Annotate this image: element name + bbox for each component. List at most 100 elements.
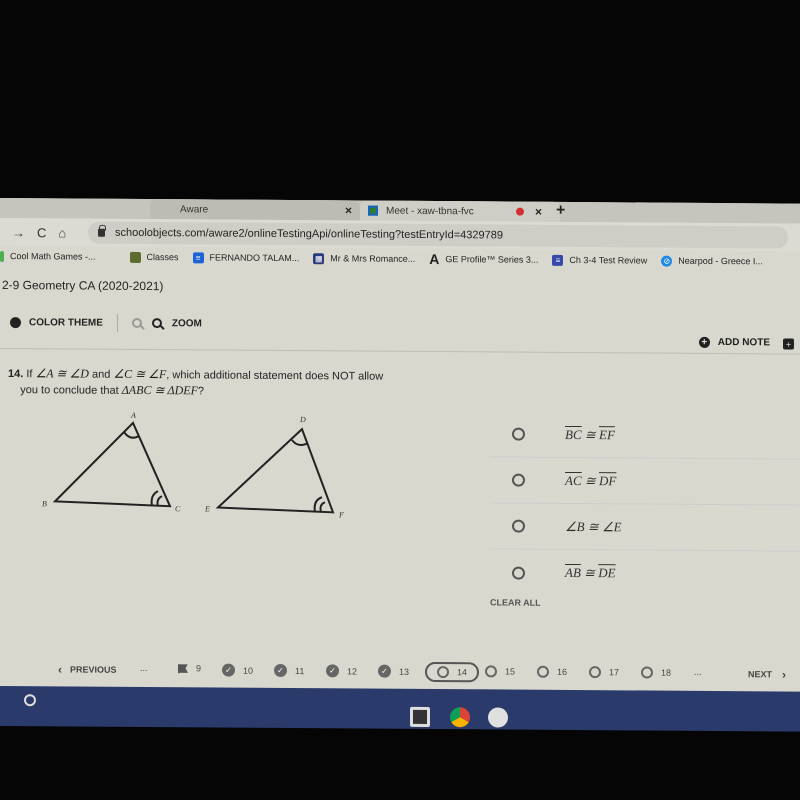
page-12[interactable]: ✓ 12 [326, 664, 358, 678]
chrome-icon[interactable] [450, 707, 470, 728]
radio-button[interactable] [512, 427, 525, 441]
previous-label: PREVIOUS [70, 664, 117, 675]
flag-icon [178, 664, 188, 673]
toolbar-divider [116, 313, 118, 332]
add-note-label: ADD NOTE [717, 337, 770, 349]
answer-choice[interactable]: ∠B ≅ ∠E [490, 503, 800, 552]
classroom-icon [129, 251, 141, 263]
color-theme-label: COLOR THEME [29, 316, 103, 329]
screen: Aware × Meet - xaw-tbna-fvc × + → C ⌂ sc… [0, 198, 800, 732]
url-bar[interactable]: schoolobjects.com/aware2/onlineTestingAp… [88, 221, 788, 249]
page-18[interactable]: 18 [641, 666, 671, 679]
lock-icon [98, 228, 105, 237]
radio-button[interactable] [512, 473, 525, 487]
note-icon[interactable]: + [783, 338, 794, 350]
bookmark-label: FERNANDO TALAM... [209, 252, 300, 264]
check-icon: ✓ [222, 663, 235, 677]
triangle-def-shape [215, 427, 335, 514]
zoom-out-icon[interactable] [131, 317, 142, 328]
bookmark-classes[interactable]: Classes [129, 251, 179, 263]
launcher-icon[interactable] [24, 694, 36, 707]
label-a: A [130, 411, 136, 420]
bookmark-label: Mr & Mrs Romance... [330, 253, 416, 264]
zoom-in-icon [151, 318, 162, 329]
calculator-app-icon[interactable] [410, 706, 430, 728]
page-number: 12 [347, 665, 358, 676]
close-icon[interactable]: × [345, 203, 352, 217]
tab-meet[interactable]: Meet - xaw-tbna-fvc × [360, 200, 560, 222]
previous-button[interactable]: ‹ PREVIOUS [58, 662, 117, 676]
label-e: E [204, 504, 210, 513]
answer-text: AB ≅ DE [565, 564, 616, 581]
header-divider [0, 348, 800, 355]
page-9[interactable]: 9 [178, 663, 201, 673]
page-13[interactable]: ✓ 13 [378, 664, 409, 678]
question-part: you to conclude that [20, 384, 119, 397]
label-b: B [42, 499, 47, 508]
answer-text: ∠B ≅ ∠E [565, 518, 622, 534]
chevron-left-icon: ‹ [58, 662, 62, 677]
question-pager: ‹ PREVIOUS ... 9 ✓ 10 ✓ 11 ✓ 12 ✓ 13 14 15 1… [0, 658, 800, 688]
clear-all-button[interactable]: CLEAR ALL [490, 597, 541, 607]
reload-icon[interactable]: C [37, 225, 46, 240]
angle-c-arc-2 [156, 495, 163, 507]
bookmark-romance[interactable]: ▦ Mr & Mrs Romance... [313, 252, 416, 265]
zoom-button[interactable]: ZOOM [151, 318, 202, 329]
circle-icon [485, 665, 497, 678]
radio-button[interactable] [512, 566, 525, 580]
color-theme-button[interactable]: COLOR THEME [0, 316, 103, 329]
bookmark-cool-math[interactable]: Cool Math Games -... [0, 250, 96, 263]
page-14-current[interactable]: 14 [425, 661, 480, 683]
answer-choice[interactable]: BC ≅ EF [490, 411, 800, 460]
play-store-icon[interactable] [488, 707, 508, 728]
given-angle-1: ∠A ≅ ∠D [35, 366, 89, 381]
circle-icon [537, 665, 549, 678]
recording-icon [516, 207, 524, 216]
label-d: D [299, 415, 306, 424]
bookmark-label: GE Profile™ Series 3... [445, 254, 539, 265]
bookmark-ge-profile[interactable]: A GE Profile™ Series 3... [429, 251, 538, 268]
page-17[interactable]: 17 [589, 666, 620, 679]
page-number: 14 [457, 667, 468, 678]
answer-text: BC ≅ EF [565, 426, 615, 442]
test-toolbar: COLOR THEME ZOOM [0, 310, 800, 340]
page-number: 9 [196, 663, 202, 674]
question-number: 14. [8, 368, 24, 381]
page-number: 11 [295, 665, 305, 676]
bookmark-label: Ch 3-4 Test Review [569, 254, 648, 266]
tab-label: Aware [180, 203, 209, 215]
page-10[interactable]: ✓ 10 [222, 663, 254, 677]
meet-icon [368, 205, 378, 216]
forward-icon[interactable]: → [12, 225, 25, 240]
page-number: 17 [609, 667, 620, 678]
home-icon[interactable]: ⌂ [58, 225, 66, 240]
close-icon[interactable]: × [535, 205, 542, 219]
question-part: If [26, 368, 33, 381]
bookmark-ch34[interactable]: ≡ Ch 3-4 Test Review [552, 254, 647, 266]
label-f: F [338, 510, 344, 519]
page-15[interactable]: 15 [485, 665, 515, 678]
triangle-abc-shape [52, 421, 172, 508]
tab-aware[interactable]: Aware × [150, 199, 360, 221]
page-number: 10 [243, 665, 254, 676]
triangle-abc [52, 421, 172, 508]
page-11[interactable]: ✓ 11 [274, 663, 305, 678]
next-button[interactable]: NEXT › [748, 667, 786, 681]
next-label: NEXT [748, 669, 773, 680]
page-16[interactable]: 16 [537, 665, 567, 678]
answer-choice[interactable]: AB ≅ DE [490, 549, 800, 597]
plus-circle-icon: + [698, 336, 710, 348]
forms-icon: ≡ [552, 254, 564, 266]
bookmark-nearpod[interactable]: ⊘ Nearpod - Greece I... [661, 255, 763, 267]
bookmark-fernando[interactable]: ≡ FERNANDO TALAM... [192, 251, 300, 264]
triangles-figure: A B C D E F [42, 411, 344, 519]
circle-icon [641, 666, 653, 679]
question-part: ? [197, 385, 205, 398]
ellipsis: ... [694, 666, 702, 677]
label-c: C [175, 504, 181, 513]
add-note-button[interactable]: + ADD NOTE [698, 336, 770, 349]
answer-choice[interactable]: AC ≅ DF [490, 457, 800, 506]
radio-button[interactable] [512, 519, 525, 533]
new-tab-button[interactable]: + [556, 202, 565, 220]
answer-choices: BC ≅ EF AC ≅ DF ∠B ≅ ∠E AB ≅ DE [490, 411, 800, 597]
